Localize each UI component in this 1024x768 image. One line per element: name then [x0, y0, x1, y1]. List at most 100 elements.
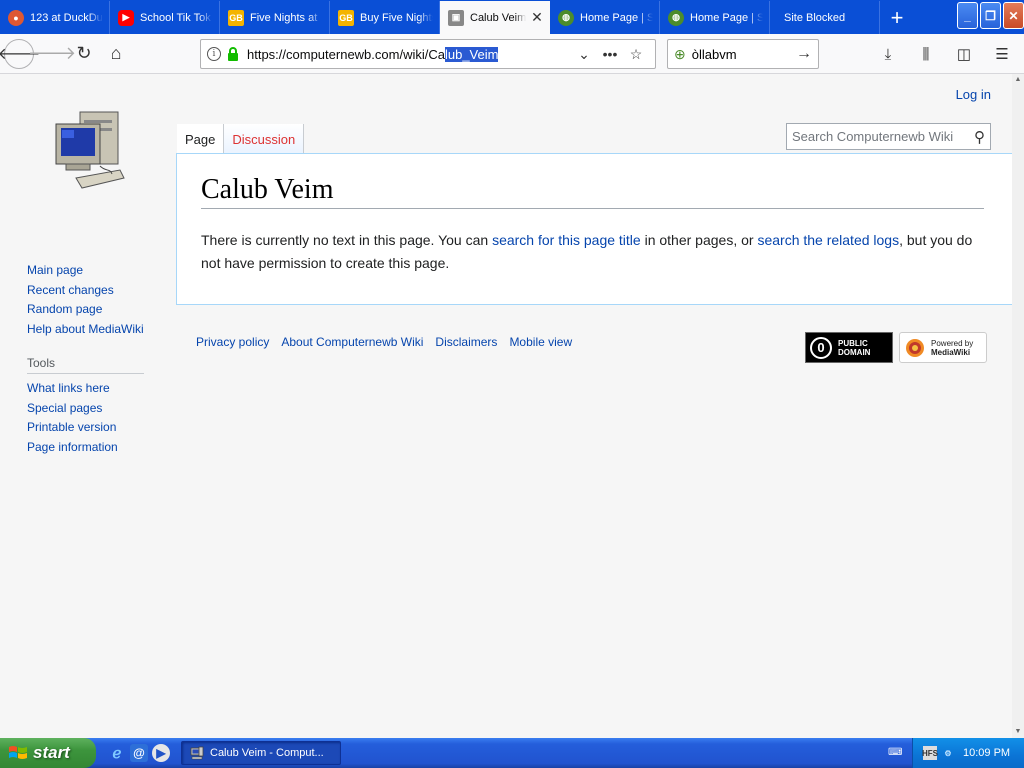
- lock-icon: [227, 47, 239, 61]
- internet-explorer-icon[interactable]: ℯ: [108, 744, 126, 762]
- search-icon[interactable]: ⚲: [974, 128, 985, 146]
- url-text[interactable]: https://computernewb.com/wiki/Calub_Veim: [247, 46, 571, 62]
- search-icon: ⊕: [674, 45, 686, 62]
- start-label: start: [33, 743, 70, 762]
- bookmark-star-icon[interactable]: ☆: [623, 46, 649, 63]
- minimize-button[interactable]: _: [957, 2, 978, 29]
- browser-tab-strip: ● 123 at DuckDuckGo ▶ School Tik Tok GB …: [0, 0, 1024, 34]
- url-bar[interactable]: i https://computernewb.com/wiki/Calub_Ve…: [200, 39, 656, 69]
- browser-tab[interactable]: GB Five Nights at: [220, 1, 330, 34]
- scroll-down-icon[interactable]: ▼: [1012, 726, 1024, 738]
- mediawiki-flower-icon: [906, 338, 924, 357]
- close-tab-icon[interactable]: ✕: [530, 9, 544, 26]
- globe-icon: ◍: [668, 9, 684, 26]
- about-link[interactable]: About Computernewb Wiki: [281, 335, 423, 349]
- disclaimers-link[interactable]: Disclaimers: [435, 335, 497, 349]
- window-controls: _ ❐ ✕: [957, 2, 1024, 29]
- toolbar-right: ⤓ ⫼ ◫ ☰: [872, 38, 1018, 70]
- privacy-policy-link[interactable]: Privacy policy: [196, 335, 269, 349]
- no-article-text: There is currently no text in this page.…: [201, 229, 991, 275]
- media-player-icon[interactable]: ▶: [152, 744, 170, 762]
- login-link[interactable]: Log in: [956, 87, 991, 102]
- tab-page[interactable]: Page: [177, 124, 225, 154]
- reload-button[interactable]: ↻: [68, 38, 100, 70]
- close-window-button[interactable]: ✕: [1003, 2, 1024, 29]
- taskbar-window-button[interactable]: Calub Veim - Comput...: [181, 741, 341, 765]
- info-icon[interactable]: i: [207, 47, 221, 61]
- navigation-bar: 🡐 🡒 ↻ ⌂ i https://computernewb.com/wiki/…: [0, 34, 1024, 74]
- search-value: òllabvm: [691, 46, 737, 62]
- tab-label: Five Nights at: [250, 11, 318, 24]
- sidebar-item-main-page[interactable]: Main page: [27, 261, 177, 281]
- search-page-title-link[interactable]: search for this page title: [492, 232, 641, 248]
- forward-button[interactable]: 🡒: [28, 38, 76, 70]
- content-tabs: Page Discussion: [177, 124, 305, 154]
- task-label: Calub Veim - Comput...: [210, 747, 324, 759]
- chevron-down-icon[interactable]: ⌄: [571, 46, 597, 63]
- browser-tab[interactable]: ◍ Home Page | S: [660, 1, 770, 34]
- tab-label: Buy Five Nights: [360, 11, 433, 24]
- vertical-scrollbar[interactable]: ▲ ▼: [1012, 74, 1024, 738]
- wiki-logo[interactable]: [40, 108, 130, 200]
- page-actions-icon[interactable]: •••: [597, 46, 623, 62]
- outlook-express-icon[interactable]: @: [130, 744, 148, 762]
- public-domain-icon: 0: [810, 336, 832, 359]
- body-text-2: in other pages, or: [640, 232, 758, 248]
- main-content: Calub Veim There is currently no text in…: [176, 153, 1012, 305]
- system-tray: HFS ⚙ 10:09 PM: [912, 738, 1024, 768]
- mobile-view-link[interactable]: Mobile view: [509, 335, 572, 349]
- badge-mw-line2: MediaWiki: [931, 347, 971, 357]
- tab-label: Home Page | S: [580, 11, 653, 24]
- new-tab-button[interactable]: +: [880, 1, 914, 34]
- browser-tab[interactable]: ● 123 at DuckDuckGo: [0, 1, 110, 34]
- badge-pd-line2: DOMAIN: [838, 347, 871, 357]
- scroll-up-icon[interactable]: ▲: [1012, 74, 1024, 86]
- wiki-search-input[interactable]: Search Computernewb Wiki ⚲: [786, 123, 991, 150]
- keyboard-icon[interactable]: ⌨: [888, 747, 902, 759]
- browser-tab[interactable]: Site Blocked: [770, 1, 880, 34]
- browser-search-bar[interactable]: ⊕ òllabvm →: [667, 39, 819, 69]
- tools-heading: Tools: [27, 356, 144, 374]
- search-logs-link[interactable]: search the related logs: [757, 232, 899, 248]
- start-button[interactable]: start: [0, 738, 96, 768]
- gb-icon: GB: [338, 9, 354, 26]
- public-domain-badge[interactable]: 0 PUBLIC DOMAIN: [805, 332, 893, 363]
- home-button[interactable]: ⌂: [100, 38, 132, 70]
- tab-discussion[interactable]: Discussion: [224, 124, 305, 154]
- computer-icon: ▣: [448, 9, 464, 26]
- browser-tab[interactable]: GB Buy Five Nights: [330, 1, 440, 34]
- globe-icon: ◍: [558, 9, 574, 26]
- sidebar-item-help[interactable]: Help about MediaWiki: [27, 320, 177, 340]
- tab-label: School Tik Tok: [140, 11, 211, 24]
- browser-tab[interactable]: ▶ School Tik Tok: [110, 1, 220, 34]
- browser-tab[interactable]: ◍ Home Page | S: [550, 1, 660, 34]
- volume-icon[interactable]: ⚙: [941, 746, 955, 760]
- sidebar-item-what-links-here[interactable]: What links here: [27, 379, 177, 399]
- computer-icon: [190, 746, 204, 760]
- sidebar-item-random-page[interactable]: Random page: [27, 300, 177, 320]
- quick-launch: ℯ @ ▶: [108, 744, 170, 762]
- badge-mw-line1: Powered by: [931, 338, 974, 348]
- sidebar-item-printable-version[interactable]: Printable version: [27, 418, 177, 438]
- download-icon[interactable]: ⤓: [872, 38, 904, 70]
- tab-label: 123 at DuckDuckGo: [30, 11, 103, 24]
- search-placeholder: Search Computernewb Wiki: [792, 129, 954, 144]
- body-text-1: There is currently no text in this page.…: [201, 232, 493, 248]
- browser-tab-active[interactable]: ▣ Calub Veim ✕: [440, 1, 550, 34]
- library-icon[interactable]: ⫼: [910, 38, 942, 70]
- sidebar-item-page-information[interactable]: Page information: [27, 438, 177, 458]
- network-icon[interactable]: HFS: [922, 746, 938, 760]
- page-viewport: Log in Main page Recent changes Random p…: [0, 74, 1012, 738]
- badge-pd-line1: PUBLIC: [838, 338, 868, 348]
- arrow-right-icon[interactable]: →: [796, 45, 812, 63]
- url-prefix: https://computernewb.com/wiki/Ca: [247, 46, 445, 62]
- footer-icons: 0 PUBLIC DOMAIN Powered by MediaWiki: [805, 332, 987, 363]
- sidebar-item-special-pages[interactable]: Special pages: [27, 399, 177, 419]
- tab-label: Home Page | S: [690, 11, 763, 24]
- menu-icon[interactable]: ☰: [986, 38, 1018, 70]
- sidebar-item-recent-changes[interactable]: Recent changes: [27, 281, 177, 301]
- clock[interactable]: 10:09 PM: [963, 747, 1010, 759]
- sidebar-icon[interactable]: ◫: [948, 38, 980, 70]
- maximize-button[interactable]: ❐: [980, 2, 1001, 29]
- powered-by-mediawiki-badge[interactable]: Powered by MediaWiki: [899, 332, 987, 363]
